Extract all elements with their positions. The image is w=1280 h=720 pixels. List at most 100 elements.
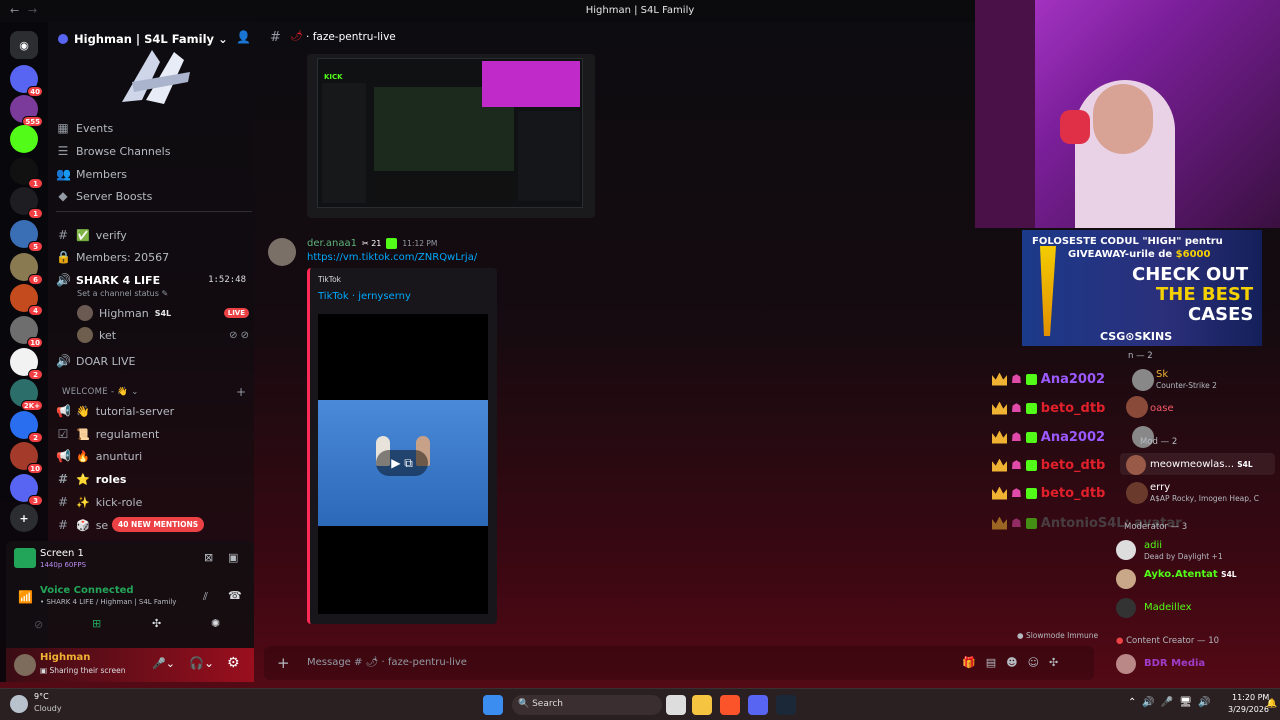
server-icon[interactable] xyxy=(10,125,38,153)
user-tag: S4L xyxy=(154,308,172,318)
embed-title[interactable]: TikTok · jernyserny xyxy=(318,291,411,302)
voice-channel-shark[interactable]: 🔊 SHARK 4 LIFE 1:52:48 xyxy=(56,270,252,290)
add-user-icon[interactable]: 👤 xyxy=(236,30,251,44)
server-icon[interactable]: 2K+ xyxy=(10,379,43,411)
microphone-icon[interactable]: 🎤⌄ xyxy=(152,657,175,670)
server-icon[interactable]: 1 xyxy=(10,157,43,189)
message-avatar[interactable] xyxy=(268,238,296,266)
server-icon[interactable]: 2 xyxy=(10,348,43,380)
member-group: n — 2 xyxy=(1128,351,1153,361)
avatar[interactable] xyxy=(14,654,36,676)
member-name[interactable]: oase xyxy=(1150,403,1174,414)
menu-label: Members xyxy=(76,167,127,181)
channel-members-count[interactable]: 🔒 Members: 20567 xyxy=(56,247,252,267)
discord-icon[interactable] xyxy=(748,695,768,715)
channel-kick-role[interactable]: # ✨ kick-role xyxy=(56,492,252,512)
task-view-icon[interactable] xyxy=(666,695,686,715)
channel-name: DOAR LIVE xyxy=(76,354,136,368)
headphones-icon[interactable]: 🎧⌄ xyxy=(189,656,214,670)
stop-stream-icon[interactable]: ⊠ xyxy=(204,551,213,564)
clock-time[interactable]: 11:20 PM xyxy=(1232,693,1269,702)
soundboard-icon[interactable]: ✺ xyxy=(211,617,220,630)
channel-emoji: 🎲 xyxy=(76,518,90,532)
voice-connected[interactable]: Voice Connected xyxy=(40,585,134,596)
tray-icons[interactable]: ⌃🔊🎤🖥🔊 xyxy=(1128,697,1216,708)
add-channel-icon[interactable]: + xyxy=(236,385,246,399)
voice-user-ket[interactable]: ket ⊘ ⊘ xyxy=(77,325,249,345)
server-icon[interactable]: 2 xyxy=(10,411,43,443)
server-icon[interactable]: 40 xyxy=(10,65,43,97)
discord-home-icon[interactable]: ◉ xyxy=(10,31,38,59)
member-name[interactable]: adii xyxy=(1144,540,1162,551)
new-mentions-pill[interactable]: 40 NEW MENTIONS xyxy=(112,517,205,532)
image-attachment[interactable]: KICK xyxy=(307,54,595,218)
avatar xyxy=(1132,369,1154,391)
search-box[interactable]: 🔍 Search xyxy=(512,695,662,715)
sticker-icon[interactable]: ☻ xyxy=(1006,656,1017,669)
message-author[interactable]: der.anaa1 xyxy=(307,238,357,249)
menu-members[interactable]: 👥 Members xyxy=(56,164,252,184)
menu-browse-channels[interactable]: ☰ Browse Channels xyxy=(56,141,252,161)
start-icon[interactable] xyxy=(483,695,503,715)
play-button-icon[interactable]: ▶ ⧉ xyxy=(376,450,428,476)
member-name[interactable]: meowmeowlas... S4L xyxy=(1150,459,1253,470)
rules-icon: ☑ xyxy=(57,427,69,441)
share-screen-active-icon[interactable]: ⊞ xyxy=(92,617,101,630)
server-icon[interactable]: 6 xyxy=(10,253,43,285)
chat-username: beto_dtb xyxy=(1040,457,1106,473)
tiktok-video[interactable]: ▶ ⧉ xyxy=(318,314,488,614)
server-icon[interactable]: 1 xyxy=(10,187,43,219)
emoji-icon[interactable]: ☺ xyxy=(1028,656,1039,669)
ad-headline1: CHECK OUT xyxy=(1132,264,1249,285)
kick-screenshot: KICK xyxy=(317,58,583,208)
member-name[interactable]: Ayko.Atentat S4L xyxy=(1144,569,1237,580)
server-icon[interactable]: 10 xyxy=(10,316,43,348)
kick-badge-icon xyxy=(1025,431,1037,443)
add-server-icon[interactable]: + xyxy=(10,504,38,532)
message-link[interactable]: https://vm.tiktok.com/ZNRQwLrja/ xyxy=(307,252,477,263)
channel-status[interactable]: Set a channel status ✎ xyxy=(77,289,168,298)
channel-anunturi[interactable]: 📢 🔥 anunturi xyxy=(56,446,252,466)
server-icon[interactable]: 5 xyxy=(10,220,43,252)
disconnect-icon[interactable]: ☎ xyxy=(228,589,242,602)
channel-name: SHARK 4 LIFE xyxy=(76,273,161,287)
server-icon[interactable]: 3 xyxy=(10,474,43,506)
stream-settings-icon[interactable]: ▣ xyxy=(228,551,238,564)
brave-icon[interactable] xyxy=(720,695,740,715)
clock-date[interactable]: 3/29/2026 xyxy=(1228,705,1269,714)
channel-name: anunturi xyxy=(95,449,143,463)
curtain xyxy=(975,0,1035,228)
voice-user-highman[interactable]: Highman S4L LIVE xyxy=(77,303,249,323)
channel-verify[interactable]: # ✅ verify xyxy=(56,225,252,245)
channel-regulament[interactable]: ☑ 📜 regulament xyxy=(56,424,252,444)
channel-roles[interactable]: # ⭐ roles xyxy=(56,469,252,489)
file-explorer-icon[interactable] xyxy=(692,695,712,715)
server-icon[interactable]: 555 xyxy=(10,95,43,127)
category-welcome[interactable]: WELCOME - 👋 ⌄ xyxy=(62,387,139,397)
gift-icon[interactable]: 🎁 xyxy=(962,656,976,669)
knife-graphic xyxy=(1040,246,1056,336)
activities-icon[interactable]: ✣ xyxy=(152,617,161,630)
member-name[interactable]: erry xyxy=(1150,482,1170,493)
voice-channel-doar-live[interactable]: 🔊 DOAR LIVE xyxy=(56,351,252,371)
upload-plus-icon[interactable]: + xyxy=(277,654,290,672)
camera-off-icon[interactable]: ⊘ xyxy=(34,618,43,631)
channel-emoji: ✅ xyxy=(76,228,90,242)
notification-icon[interactable]: 🔔 xyxy=(1266,699,1277,709)
member-name[interactable]: Sk xyxy=(1156,369,1168,380)
server-icon[interactable]: 4 xyxy=(10,284,43,316)
settings-gear-icon[interactable]: ⚙ xyxy=(227,655,240,671)
channel-name: se xyxy=(95,518,109,532)
message-input[interactable]: Message # 🌶 · faze-pentru-live xyxy=(307,657,467,668)
member-name[interactable]: Madeillex xyxy=(1144,602,1192,613)
member-name[interactable]: BDR Media xyxy=(1144,658,1205,669)
noise-suppression-icon[interactable]: ⫽ xyxy=(203,590,208,604)
server-icon xyxy=(58,34,68,44)
channel-tutorial-server[interactable]: 📢 👋 tutorial-server xyxy=(56,401,252,421)
menu-events[interactable]: ▦ Events xyxy=(56,118,252,138)
apps-icon[interactable]: ✣ xyxy=(1049,656,1058,669)
steam-icon[interactable] xyxy=(776,695,796,715)
server-icon[interactable]: 10 xyxy=(10,442,43,474)
gif-icon[interactable]: ▤ xyxy=(986,656,996,669)
menu-server-boosts[interactable]: ◆ Server Boosts xyxy=(56,186,252,206)
